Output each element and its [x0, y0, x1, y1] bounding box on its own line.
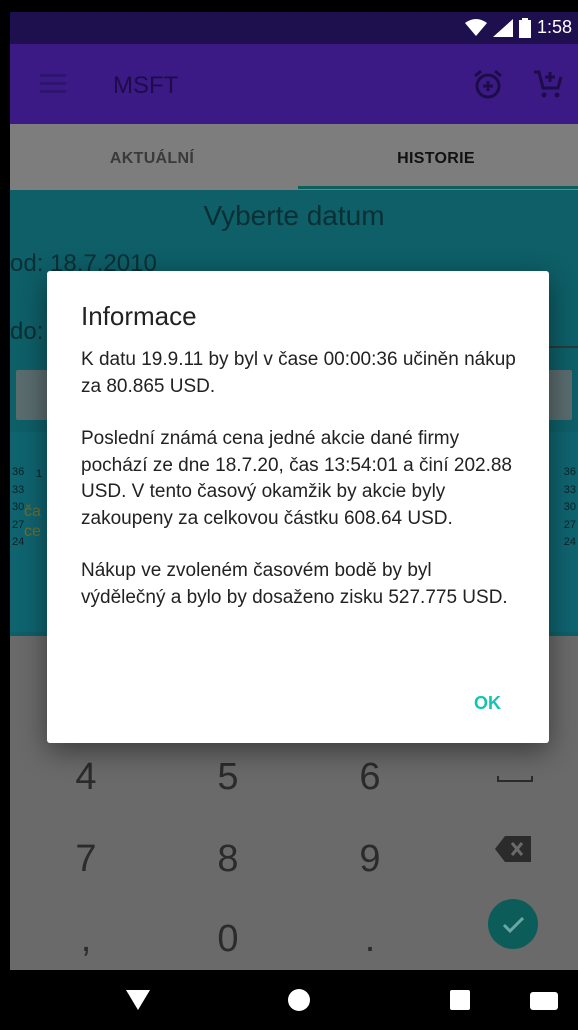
- key-period[interactable]: .: [340, 918, 400, 961]
- key-6[interactable]: 6: [340, 756, 400, 799]
- ok-button[interactable]: OK: [474, 693, 501, 714]
- chart-axis-top-label: 1: [36, 468, 43, 480]
- y-tick: 33: [12, 483, 25, 496]
- dialog-paragraph-profit: Nákup ve zvoleném časovém bodě by byl vý…: [81, 560, 508, 608]
- key-0[interactable]: 0: [198, 918, 258, 961]
- app-title: MSFT: [113, 72, 179, 99]
- chart-y-axis-left: 36 33 30 27 24: [12, 464, 24, 552]
- y-tick: 30: [12, 501, 25, 513]
- y-tick: 33: [563, 483, 576, 496]
- tab-indicator: [298, 186, 578, 189]
- chart-y-axis-right: 36 33 30 27 24: [564, 464, 576, 552]
- key-9[interactable]: 9: [340, 838, 400, 881]
- key-7[interactable]: 7: [56, 838, 116, 881]
- dialog-paragraph-last-price: Poslední známá cena jedné akcie dané fir…: [81, 428, 512, 529]
- alarm-add-icon[interactable]: [472, 68, 504, 100]
- y-tick: 36: [563, 466, 576, 478]
- info-dialog: Informace K datu 19.9.11 by byl v čase 0…: [47, 271, 549, 743]
- backspace-icon[interactable]: [495, 836, 531, 862]
- chart-hint-line: ča: [24, 503, 41, 520]
- key-5[interactable]: 5: [198, 756, 258, 799]
- chart-hint-line: ce: [24, 523, 41, 540]
- y-tick: 30: [563, 501, 576, 513]
- status-icons: 1:58: [464, 17, 572, 38]
- phone-frame: 1:58 MSFT AKTUÁLNÍ HISTORIE Vyberte datu…: [0, 0, 578, 1030]
- y-tick: 27: [563, 518, 576, 531]
- key-4[interactable]: 4: [56, 756, 116, 799]
- y-tick: 24: [12, 536, 25, 548]
- back-icon[interactable]: [126, 990, 150, 1010]
- wifi-icon: [464, 18, 487, 36]
- app-bar: MSFT: [10, 44, 578, 124]
- signal-icon: [492, 18, 513, 37]
- space-key[interactable]: [497, 776, 533, 782]
- date-to-field[interactable]: do:: [10, 318, 43, 346]
- y-tick: 24: [563, 536, 576, 548]
- check-icon: [502, 916, 525, 934]
- navigation-bar: [10, 970, 578, 1030]
- done-key[interactable]: [488, 899, 538, 949]
- add-shopping-cart-icon[interactable]: [532, 68, 564, 100]
- chart-hint: ča ce: [24, 502, 41, 542]
- y-tick: 27: [12, 518, 25, 531]
- dialog-body: K datu 19.9.11 by byl v čase 00:00:36 uč…: [81, 347, 521, 637]
- key-8[interactable]: 8: [198, 838, 258, 881]
- keyboard-switch-icon[interactable]: [530, 992, 558, 1010]
- y-tick: 36: [12, 466, 25, 478]
- status-time: 1:58: [536, 17, 572, 37]
- dialog-title: Informace: [81, 301, 197, 331]
- home-icon[interactable]: [288, 989, 310, 1011]
- status-bar: 1:58: [10, 12, 578, 44]
- menu-icon[interactable]: [40, 74, 66, 94]
- choose-date-heading: Vyberte datum: [203, 200, 385, 231]
- battery-icon: [518, 17, 531, 38]
- key-comma[interactable]: ,: [56, 918, 116, 961]
- dialog-paragraph-purchase: K datu 19.9.11 by byl v čase 00:00:36 uč…: [81, 349, 516, 397]
- recents-icon[interactable]: [450, 990, 470, 1010]
